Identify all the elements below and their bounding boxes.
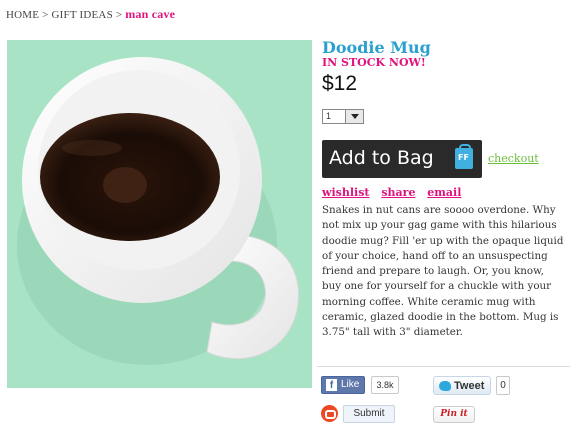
add-to-bag-label: Add to Bag (329, 147, 434, 169)
checkout-link[interactable]: checkout (488, 152, 539, 165)
quantity-value: 1 (326, 111, 332, 121)
email-link[interactable]: email (427, 186, 461, 199)
product-image (7, 40, 312, 388)
chevron-down-icon[interactable] (345, 110, 363, 123)
tweet-count: 0 (496, 376, 510, 395)
product-actions: wishlist share email (322, 186, 469, 199)
quantity-select[interactable]: 1 (322, 109, 364, 124)
add-to-bag-button[interactable]: Add to Bag FF (322, 140, 482, 178)
breadcrumb-separator: > (42, 9, 49, 21)
bag-icon-text: FF (458, 153, 469, 162)
mug-illustration (7, 40, 312, 388)
tweet-button[interactable]: Tweet (433, 376, 491, 395)
breadcrumb-current[interactable]: man cave (125, 7, 175, 21)
facebook-like-button[interactable]: f Like (321, 376, 365, 394)
share-link[interactable]: share (381, 186, 415, 199)
breadcrumb-home[interactable]: HOME (6, 9, 39, 21)
twitter-bird-icon (439, 381, 451, 391)
breadcrumb-separator: > (115, 9, 123, 21)
product-info: Doodie Mug IN STOCK NOW! $12 1 Add to Ba… (322, 38, 566, 338)
product-title: Doodie Mug (322, 38, 431, 57)
facebook-like-count: 3.8k (371, 376, 399, 394)
stumbleupon-icon (321, 405, 338, 422)
stumbleupon-submit-button[interactable]: Submit (343, 405, 395, 423)
stock-status: IN STOCK NOW! (322, 56, 426, 69)
product-description: Snakes in nut cans are soooo overdone. W… (322, 204, 564, 339)
divider (317, 366, 570, 367)
breadcrumb: HOME > GIFT IDEAS > man cave (6, 7, 175, 22)
wishlist-link[interactable]: wishlist (322, 186, 369, 199)
shopping-bag-icon: FF (455, 144, 473, 169)
tweet-label: Tweet (454, 380, 485, 392)
pin-it-button[interactable]: Pin it (433, 406, 475, 423)
facebook-like-label: Like (341, 379, 360, 390)
breadcrumb-gift-ideas[interactable]: GIFT IDEAS (52, 9, 113, 21)
facebook-icon: f (326, 379, 337, 391)
product-price: $12 (322, 72, 358, 95)
